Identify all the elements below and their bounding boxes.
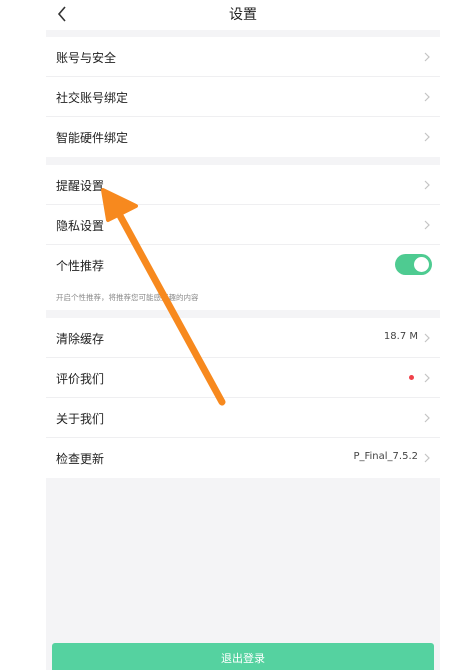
chevron-right-icon [424, 52, 430, 62]
menu-item-label: 检查更新 [56, 452, 105, 466]
menu-item-check-update[interactable]: 检查更新 P_Final_7.5.2 [46, 438, 440, 478]
navigation-bar: 设置 [46, 0, 440, 30]
menu-item-label: 清除缓存 [56, 332, 105, 346]
menu-item-label: 智能硬件绑定 [56, 131, 129, 145]
page-title: 设置 [229, 7, 257, 23]
chevron-right-icon [424, 92, 430, 102]
menu-item-label: 隐私设置 [56, 219, 105, 233]
preferences-group: 提醒设置 隐私设置 个性推荐 开启个性推荐，将推荐您可能感兴趣的内容 [46, 165, 440, 310]
chevron-right-icon [424, 453, 430, 463]
menu-item-personal-recommendation: 个性推荐 [46, 245, 440, 285]
menu-item-label: 提醒设置 [56, 179, 105, 193]
menu-item-label: 个性推荐 [56, 259, 105, 273]
chevron-right-icon [424, 180, 430, 190]
menu-item-hardware-binding[interactable]: 智能硬件绑定 [46, 117, 440, 157]
recommendation-hint: 开启个性推荐，将推荐您可能感兴趣的内容 [56, 293, 199, 302]
menu-item-clear-cache[interactable]: 清除缓存 18.7 M [46, 318, 440, 358]
settings-screen: 设置 账号与安全 社交账号绑定 智能硬件绑定 提醒设置 隐私设置 个性推荐 开启… [46, 0, 440, 670]
menu-item-account-security[interactable]: 账号与安全 [46, 37, 440, 77]
cache-size-value: 18.7 M [383, 331, 418, 342]
notification-dot [409, 375, 414, 380]
menu-item-about-us[interactable]: 关于我们 [46, 398, 440, 438]
account-group: 账号与安全 社交账号绑定 智能硬件绑定 [46, 37, 440, 157]
toggle-knob [414, 257, 429, 272]
menu-item-label: 关于我们 [56, 412, 105, 426]
menu-item-social-binding[interactable]: 社交账号绑定 [46, 77, 440, 117]
chevron-right-icon [424, 220, 430, 230]
menu-item-label: 评价我们 [56, 372, 105, 386]
chevron-right-icon [424, 373, 430, 383]
chevron-right-icon [424, 333, 430, 343]
chevron-right-icon [424, 413, 430, 423]
menu-item-privacy-settings[interactable]: 隐私设置 [46, 205, 440, 245]
logout-button[interactable]: 退出登录 [52, 643, 434, 670]
chevron-right-icon [424, 132, 430, 142]
menu-item-reminder-settings[interactable]: 提醒设置 [46, 165, 440, 205]
menu-item-rate-us[interactable]: 评价我们 [46, 358, 440, 398]
version-value: P_Final_7.5.2 [353, 451, 418, 462]
menu-item-label: 社交账号绑定 [56, 91, 129, 105]
recommendation-toggle[interactable] [395, 254, 432, 275]
app-info-group: 清除缓存 18.7 M 评价我们 关于我们 检查更新 P_Final_7.5.2 [46, 318, 440, 478]
menu-item-label: 账号与安全 [56, 51, 117, 65]
